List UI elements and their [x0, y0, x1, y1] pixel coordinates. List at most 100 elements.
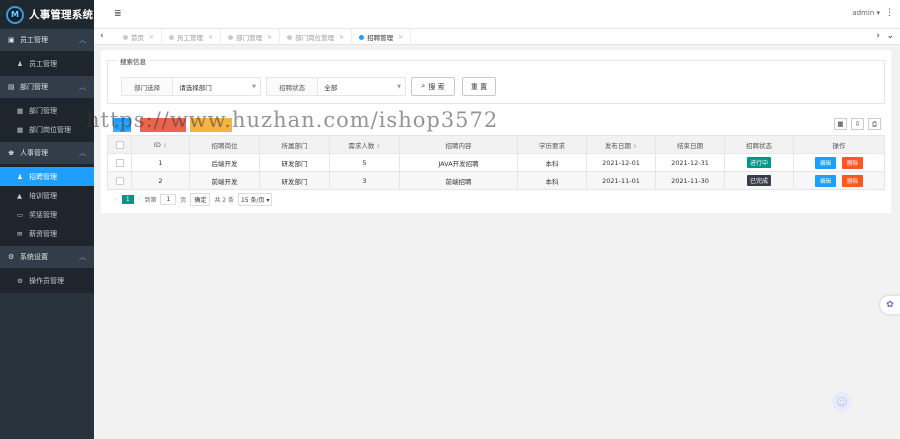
sidebar-item-employee[interactable]: ♟ 员工管理 — [0, 54, 94, 73]
col-count[interactable]: 需求人数 ⇕ — [329, 135, 400, 154]
select-all-checkbox[interactable] — [115, 140, 124, 149]
top-bar: ≣ admin ▾ ⋮ — [94, 0, 900, 29]
goto-confirm-button[interactable]: 确定 — [190, 192, 211, 206]
status-select-value[interactable]: 全部 ▼ — [318, 78, 405, 95]
col-label: 需求人数 — [348, 141, 375, 150]
tab-dot-icon — [228, 34, 234, 40]
page-unit: 页 — [180, 196, 187, 204]
menu-head-label: 部门管理 — [20, 83, 48, 91]
prev-page-icon[interactable]: ‹ — [115, 195, 118, 203]
col-id[interactable]: ID ⇕ — [131, 135, 190, 154]
sidebar-item-operator[interactable]: ⚙ 操作员管理 — [0, 271, 94, 290]
app-logo[interactable]: M 人事管理系统 — [0, 0, 94, 29]
recruit-table: ID ⇕ 招聘岗位 所属部门 需求人数 ⇕ 招聘内容 学历要求 发布日期 ⇕ 结束日期… — [107, 135, 885, 190]
tab-dept[interactable]: 部门管理 ✕ — [221, 29, 281, 45]
close-icon[interactable]: ✕ — [267, 34, 272, 41]
cell-id: 2 — [131, 171, 190, 190]
cell-status: 进行中 — [724, 153, 794, 172]
menu-head-system[interactable]: ⚙ 系统设置 ︿ — [0, 246, 94, 268]
cell-status: 已完成 — [724, 171, 794, 190]
brain-icon: ✿ — [886, 300, 894, 310]
assistant-float-button[interactable]: ✿ — [880, 296, 900, 314]
edit-button[interactable]: 编辑 — [814, 156, 836, 169]
tab-recruit[interactable]: 招聘管理 ✕ — [352, 29, 412, 45]
watermark-text: https://www.huzhan.com/ishop3572 — [86, 108, 499, 132]
delete-button[interactable]: 删除 — [842, 156, 864, 169]
sidebar-item-training[interactable]: ▲ 培训管理 — [0, 186, 94, 205]
tab-label: 员工管理 — [177, 34, 204, 42]
dept-select-label: 部门选择 — [122, 78, 174, 95]
pagination: ‹ 1 › 到第 1 页 确定 共 2 条 15 条/页 ▾ — [115, 192, 273, 206]
tab-employee[interactable]: 员工管理 ✕ — [162, 29, 222, 45]
sort-icon[interactable]: ⇕ — [163, 143, 167, 149]
chevron-up-icon: ︿ — [79, 36, 86, 44]
sidebar-item-dept[interactable]: ▦ 部门管理 — [0, 101, 94, 120]
dept-select-value[interactable]: 请选择部门 ▼ — [173, 78, 260, 95]
reset-button[interactable]: 重 置 — [462, 77, 496, 96]
sidebar-item-reward[interactable]: ▭ 奖惩管理 — [0, 205, 94, 224]
tab-bar: ‹ 首页 ✕ 员工管理 ✕ 部门管理 ✕ 部门岗位管理 ✕ 招聘管理 ✕ › ⌄ — [94, 29, 900, 45]
tab-dept-position[interactable]: 部门岗位管理 ✕ — [280, 29, 353, 45]
robot-icon[interactable]: ☺ — [832, 392, 852, 412]
delete-button[interactable]: 删除 — [842, 174, 864, 187]
goto-page-input[interactable]: 1 — [160, 193, 177, 205]
building-icon: ▤ — [8, 83, 15, 91]
cell-end: 2021-11-30 — [655, 171, 725, 190]
row-checkbox[interactable] — [115, 176, 124, 185]
search-button[interactable]: ⌕ 搜 索 — [411, 77, 455, 96]
menu-head-hr[interactable]: ♚ 人事管理 ︿ — [0, 142, 94, 164]
tab-dot-icon — [169, 34, 175, 40]
row-select-cell[interactable] — [107, 171, 132, 190]
current-page[interactable]: 1 — [121, 194, 134, 204]
sidebar: M 人事管理系统 ▣ 员工管理 ︿ ♟ 员工管理 ▤ 部门管理 ︿ ▦ 部门管理 — [0, 0, 94, 439]
sidebar-item-recruit[interactable]: ♟ 招聘管理 — [0, 167, 94, 186]
menu-toggle-icon[interactable]: ≣ — [114, 9, 122, 19]
select-all-cell[interactable] — [107, 135, 132, 154]
cell-id: 1 — [131, 153, 190, 172]
sidebar-item-salary[interactable]: ✉ 薪资管理 — [0, 224, 94, 243]
row-checkbox[interactable] — [115, 158, 124, 167]
close-icon[interactable]: ✕ — [339, 34, 344, 41]
edit-button[interactable]: 编辑 — [814, 174, 836, 187]
next-page-icon[interactable]: › — [138, 195, 141, 203]
status-select-text: 全部 — [324, 83, 338, 92]
sidebar-item-label: 操作员管理 — [29, 276, 64, 285]
cell-start: 2021-11-01 — [586, 171, 656, 190]
print-icon[interactable]: ⎙ — [868, 118, 881, 130]
sidebar-item-label: 部门岗位管理 — [29, 125, 71, 134]
chevron-down-icon[interactable]: ⌄ — [886, 31, 894, 41]
close-icon[interactable]: ✕ — [398, 34, 403, 41]
search-button-label: 搜 索 — [428, 82, 445, 91]
graduation-icon: ▲ — [17, 191, 22, 200]
chevron-right-icon[interactable]: › — [876, 31, 880, 41]
col-end: 结束日期 — [655, 135, 725, 154]
sort-icon[interactable]: ⇕ — [376, 144, 380, 150]
columns-icon[interactable]: ▦ — [834, 118, 847, 130]
cell-edu: 本科 — [517, 153, 587, 172]
tab-home[interactable]: 首页 ✕ — [116, 29, 163, 45]
col-dept: 所属部门 — [259, 135, 330, 154]
close-icon[interactable]: ✕ — [149, 34, 154, 41]
status-select[interactable]: 招聘状态 全部 ▼ — [266, 77, 406, 96]
chevron-left-icon[interactable]: ‹ — [100, 31, 104, 41]
search-panel: 搜索信息 部门选择 请选择部门 ▼ 招聘状态 全部 ▼ ⌕ 搜 索 重 置 — [107, 56, 885, 104]
cell-start: 2021-12-01 — [586, 153, 656, 172]
close-icon[interactable]: ✕ — [208, 34, 213, 41]
col-content: 招聘内容 — [399, 135, 518, 154]
menu-head-employee[interactable]: ▣ 员工管理 ︿ — [0, 29, 94, 51]
col-start[interactable]: 发布日期 ⇕ — [586, 135, 656, 154]
dept-select[interactable]: 部门选择 请选择部门 ▼ — [121, 77, 261, 96]
menu-head-dept[interactable]: ▤ 部门管理 ︿ — [0, 76, 94, 98]
more-icon[interactable]: ⋮ — [885, 8, 894, 18]
export-icon[interactable]: ⇩ — [851, 118, 864, 130]
menu-group-employee: ▣ 员工管理 ︿ ♟ 员工管理 — [0, 29, 94, 76]
cell-content: JAVA开发招聘 — [399, 153, 518, 172]
search-legend: 搜索信息 — [116, 56, 150, 66]
user-menu[interactable]: admin ▾ — [852, 9, 880, 17]
per-page-select[interactable]: 15 条/页 ▾ — [237, 192, 273, 206]
sidebar-item-dept-position[interactable]: ▦ 部门岗位管理 — [0, 120, 94, 139]
sort-icon[interactable]: ⇕ — [633, 144, 637, 150]
total-count: 共 2 条 — [214, 196, 234, 204]
row-select-cell[interactable] — [107, 153, 132, 172]
cell-end: 2021-12-31 — [655, 153, 725, 172]
